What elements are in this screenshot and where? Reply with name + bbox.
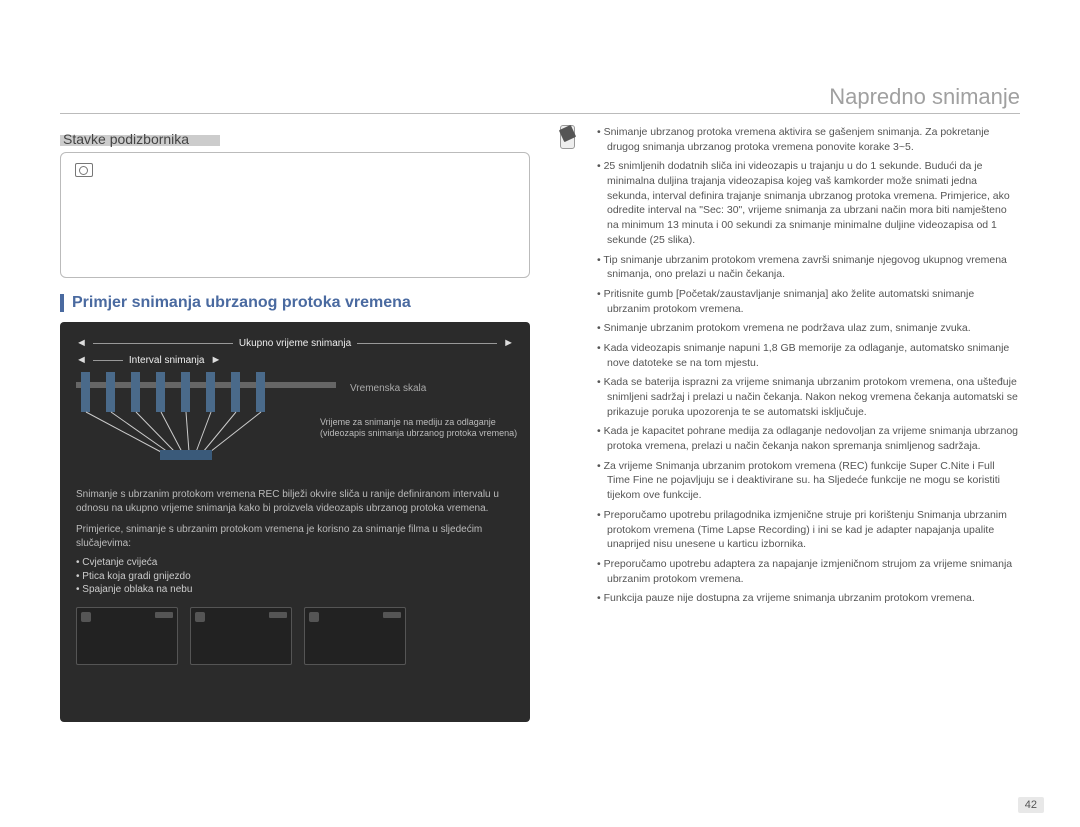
timeline-axis-label: Vremenska skala [350, 382, 426, 396]
note-item: Snimanje ubrzanog protoka vremena aktivi… [597, 125, 1020, 154]
thumbnail [76, 607, 178, 665]
timeline-graphic [76, 372, 336, 462]
submenu-box [60, 152, 530, 278]
note-item: Funkcija pauze nije dostupna za vrijeme … [597, 591, 1020, 606]
timelapse-diagram: ◄ Ukupno vrijeme snimanja ► ◄ Interval s… [60, 322, 530, 722]
note-item: Za vrijeme Snimanja ubrzanim protokom vr… [597, 459, 1020, 503]
note-item: Kada se baterija isprazni za vrijeme sni… [597, 375, 1020, 419]
header-rule [60, 113, 1020, 114]
note-item: Tip snimanje ubrzanim protokom vremena z… [597, 253, 1020, 282]
diagram-bullets: Cvjetanje cvijeća Ptica koja gradi gnije… [76, 556, 514, 597]
page-header-title: Napredno snimanje [829, 84, 1020, 110]
note-item: Preporučamo upotrebu prilagodnika izmjen… [597, 508, 1020, 552]
left-column: Stavke podizbornika Primjer snimanja ubr… [60, 135, 530, 722]
note-item: Preporučamo upotrebu adaptera za napajan… [597, 557, 1020, 586]
bullet-item: Spajanje oblaka na nebu [76, 583, 514, 597]
page-number: 42 [1018, 797, 1044, 813]
note-item: Pritisnite gumb [Početak/zaustavljanje s… [597, 287, 1020, 316]
right-column: Snimanje ubrzanog protoka vremena aktivi… [560, 125, 1020, 611]
note-item: Snimanje ubrzanim protokom vremena ne po… [597, 321, 1020, 336]
subsection-title: Stavke podizbornika [63, 131, 189, 147]
total-recording-time-label: Ukupno vrijeme snimanja [239, 337, 351, 351]
note-item: Kada je kapacitet pohrane medija za odla… [597, 424, 1020, 453]
preview-thumbnails [76, 607, 514, 665]
bullet-item: Cvjetanje cvijeća [76, 556, 514, 570]
camera-icon [75, 163, 93, 183]
bullet-item: Ptica koja gradi gnijezdo [76, 570, 514, 584]
pencil-icon [560, 125, 575, 149]
thumbnail [304, 607, 406, 665]
subsection-bar: Stavke podizbornika [60, 135, 220, 146]
note-item: Kada videozapis snimanje napuni 1,8 GB m… [597, 341, 1020, 370]
thumbnail [190, 607, 292, 665]
diagram-desc-2: Primjerice, snimanje s ubrzanim protokom… [76, 523, 514, 550]
notes-list: Snimanje ubrzanog protoka vremena aktivi… [581, 125, 1020, 611]
section-header: Primjer snimanja ubrzanog protoka vremen… [60, 294, 530, 312]
note-item: 25 snimljenih dodatnih sliča ini videoza… [597, 159, 1020, 247]
diagram-desc-1: Snimanje s ubrzanim protokom vremena REC… [76, 488, 514, 515]
storage-time-label: Vrijeme za snimanje na mediju za odlagan… [320, 417, 520, 440]
interval-label: Interval snimanja [129, 354, 205, 368]
